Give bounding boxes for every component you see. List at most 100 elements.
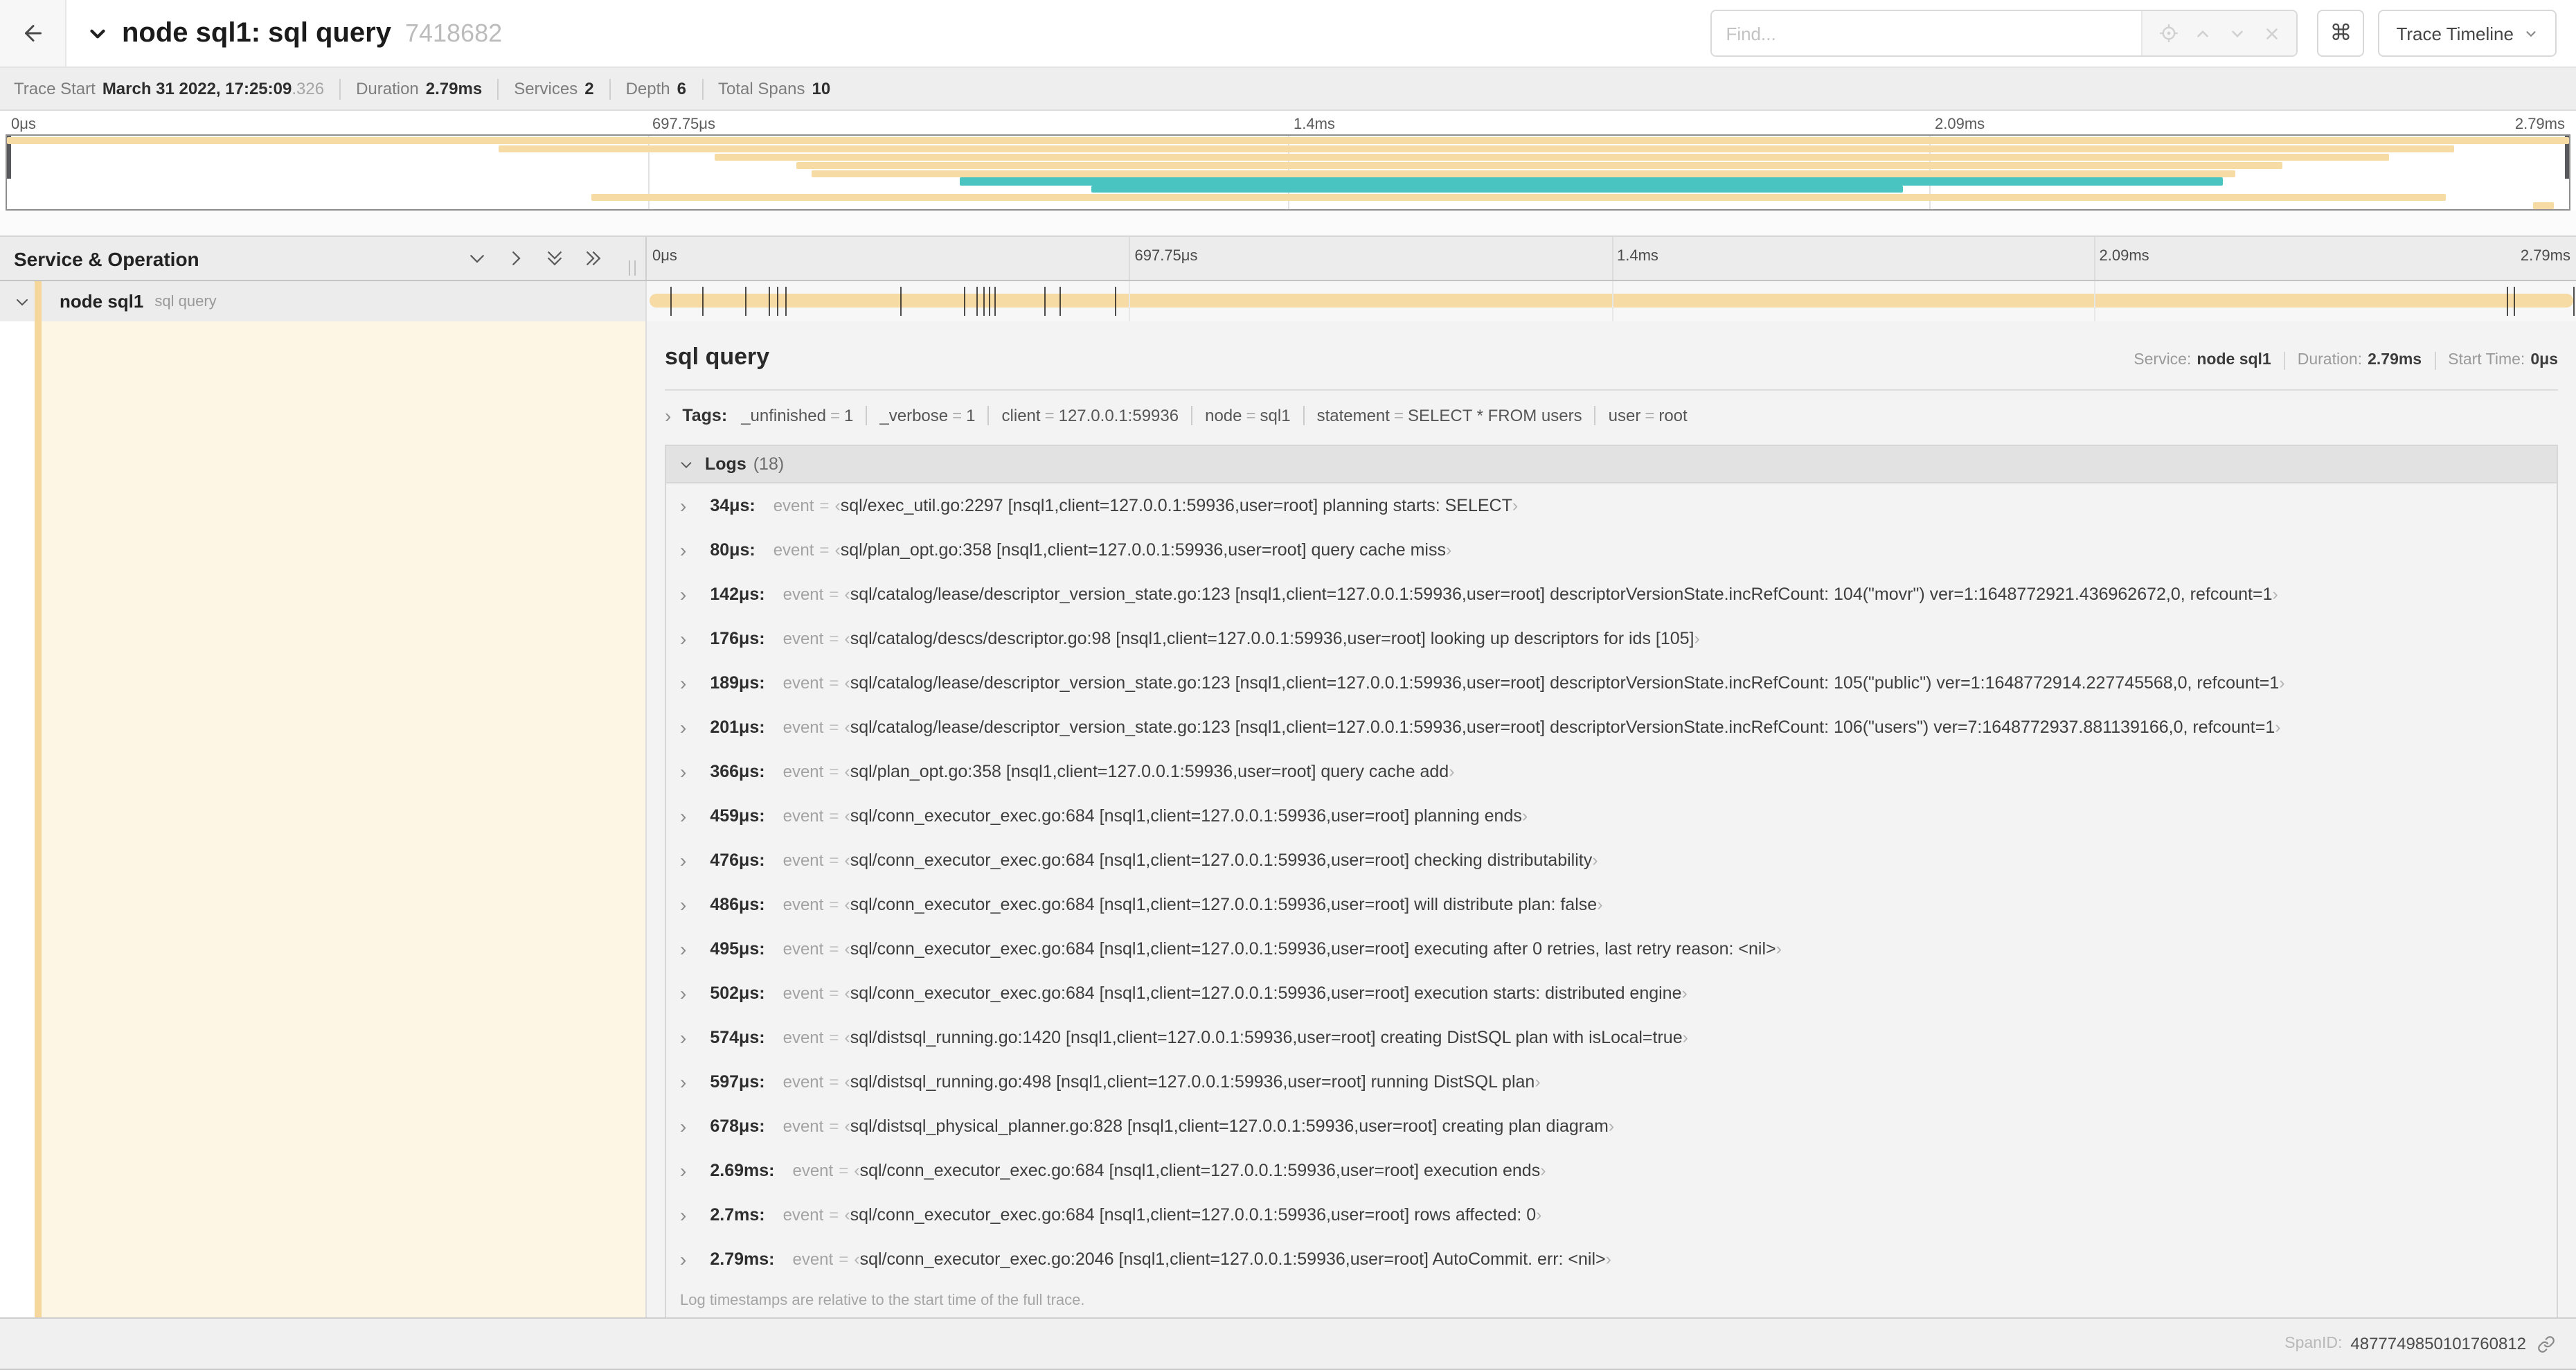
span-bar-cell[interactable] — [647, 281, 2576, 321]
log-entry[interactable]: › 574μs: event = ‹ sql/distsql_running.g… — [666, 1015, 2557, 1060]
tick-label: 1.4ms — [1617, 248, 1658, 265]
service-operation-label: Service & Operation — [14, 247, 199, 269]
log-marker[interactable] — [777, 287, 779, 316]
log-event-message: sql/plan_opt.go:358 [nsql1,client=127.0.… — [840, 540, 1446, 560]
find-input[interactable] — [1712, 11, 2142, 55]
log-entry[interactable]: › 34μs: event = ‹ sql/exec_util.go:2297 … — [666, 483, 2557, 528]
minimap-tick-labels: 0μs 697.75μs 1.4ms 2.09ms 2.79ms — [6, 111, 2570, 134]
chevron-right-icon: › — [680, 583, 687, 605]
trace-services: Services 2 — [514, 79, 594, 98]
trace-total-spans: Total Spans 10 — [718, 79, 831, 98]
view-options-button[interactable]: Trace Timeline — [2378, 10, 2557, 57]
log-entry[interactable]: › 2.7ms: event = ‹ sql/conn_executor_exe… — [666, 1193, 2557, 1237]
tick-label: 0μs — [652, 248, 677, 265]
log-entry[interactable]: › 476μs: event = ‹ sql/conn_executor_exe… — [666, 838, 2557, 882]
collapse-all-icon[interactable] — [544, 248, 565, 269]
log-marker[interactable] — [768, 287, 770, 316]
next-match-icon[interactable] — [2228, 24, 2246, 42]
log-event-message: sql/plan_opt.go:358 [nsql1,client=127.0.… — [850, 762, 1449, 781]
tick-label: 0μs — [11, 116, 36, 133]
chevron-right-icon: › — [680, 1026, 687, 1049]
log-marker[interactable] — [701, 287, 704, 316]
divider — [2283, 351, 2285, 369]
log-marker[interactable] — [2514, 287, 2515, 316]
log-event-message: sql/catalog/lease/descriptor_version_sta… — [850, 585, 2273, 604]
log-event-key: event — [782, 851, 824, 870]
log-marker[interactable] — [1059, 287, 1062, 316]
tags-accordion[interactable]: › Tags: _unfinished = 1 _verbose = 1 client = 12… — [665, 395, 2558, 436]
log-entry[interactable]: › 2.69ms: event = ‹ sql/conn_executor_ex… — [666, 1148, 2557, 1193]
timeline-minimap[interactable] — [6, 134, 2570, 211]
log-entry[interactable]: › 2.79ms: event = ‹ sql/conn_executor_ex… — [666, 1237, 2557, 1281]
log-marker[interactable] — [983, 287, 985, 316]
chevron-right-icon: › — [680, 849, 687, 871]
prev-match-icon[interactable] — [2194, 24, 2212, 42]
span-name-cell[interactable]: node sql1 sql query — [0, 281, 647, 321]
log-event-key: event — [782, 1205, 824, 1225]
log-entry[interactable]: › 80μs: event = ‹ sql/plan_opt.go:358 [n… — [666, 528, 2557, 572]
tags-label: Tags: — [682, 406, 728, 425]
minimap-span-bar — [7, 137, 2569, 145]
chevron-right-icon: › — [680, 1248, 687, 1270]
log-entry[interactable]: › 597μs: event = ‹ sql/distsql_running.g… — [666, 1060, 2557, 1104]
log-event-message: sql/conn_executor_exec.go:684 [nsql1,cli… — [850, 939, 1776, 959]
tag-item: _verbose = 1 — [879, 406, 976, 425]
log-marker[interactable] — [989, 287, 991, 316]
log-entry[interactable]: › 502μs: event = ‹ sql/conn_executor_exe… — [666, 971, 2557, 1015]
log-timestamp: 142μs: — [710, 585, 765, 604]
log-timestamp: 597μs: — [710, 1072, 765, 1092]
expand-all-icon[interactable] — [583, 248, 604, 269]
log-entry[interactable]: › 366μs: event = ‹ sql/plan_opt.go:358 [… — [666, 749, 2557, 794]
log-marker[interactable] — [1044, 287, 1046, 316]
log-entry[interactable]: › 495μs: event = ‹ sql/conn_executor_exe… — [666, 927, 2557, 971]
log-event-key: event — [782, 629, 824, 648]
column-resizer-grip[interactable] — [629, 260, 636, 276]
log-entry[interactable]: › 678μs: event = ‹ sql/distsql_physical_… — [666, 1104, 2557, 1148]
timeline-header: Service & Operation 0μs 697.75μs 1.4ms 2.09… — [0, 235, 2576, 281]
log-marker[interactable] — [2507, 287, 2509, 316]
divider — [701, 78, 704, 99]
minimap-span-bar — [811, 170, 2236, 177]
chevron-down-icon[interactable] — [14, 293, 30, 310]
log-marker[interactable] — [1115, 287, 1117, 316]
log-entry[interactable]: › 486μs: event = ‹ sql/conn_executor_exe… — [666, 882, 2557, 927]
log-entry[interactable]: › 189μs: event = ‹ sql/catalog/lease/des… — [666, 661, 2557, 705]
expand-one-icon[interactable] — [506, 248, 526, 269]
log-entry[interactable]: › 176μs: event = ‹ sql/catalog/descs/des… — [666, 616, 2557, 661]
collapse-one-icon[interactable] — [467, 248, 488, 269]
log-event-key: event — [792, 1249, 834, 1269]
log-event-message: sql/catalog/lease/descriptor_version_sta… — [850, 718, 2275, 737]
log-marker[interactable] — [976, 287, 978, 316]
trace-collapse-chevron[interactable] — [86, 21, 109, 45]
minimap-span-bar — [714, 153, 2390, 161]
log-event-message: sql/catalog/lease/descriptor_version_sta… — [850, 673, 2280, 693]
clear-search-icon[interactable] — [2262, 24, 2280, 42]
span-detail-operation: sql query — [665, 344, 770, 370]
chevron-right-icon: › — [680, 805, 687, 827]
log-event-message: sql/exec_util.go:2297 [nsql1,client=127.… — [840, 496, 1512, 515]
log-marker[interactable] — [900, 287, 902, 316]
log-entry[interactable]: › 201μs: event = ‹ sql/catalog/lease/des… — [666, 705, 2557, 749]
logs-header[interactable]: Logs (18) — [666, 446, 2557, 483]
trace-timeline-page: node sql1: sql query 7418682 Find... ⌘ T… — [0, 0, 2576, 1370]
link-icon[interactable] — [2537, 1335, 2555, 1353]
divider — [339, 78, 341, 99]
tick-label: 2.79ms — [2520, 248, 2570, 265]
log-marker[interactable] — [785, 287, 787, 316]
keyboard-shortcuts-button[interactable]: ⌘ — [2317, 10, 2365, 57]
log-timestamp: 2.79ms: — [710, 1249, 775, 1269]
tag-item: node = sql1 — [1205, 406, 1291, 425]
back-button[interactable] — [0, 0, 66, 66]
log-marker[interactable] — [994, 287, 996, 316]
log-entry[interactable]: › 142μs: event = ‹ sql/catalog/lease/des… — [666, 572, 2557, 616]
locate-icon[interactable] — [2159, 24, 2179, 43]
logs-label: Logs — [705, 454, 746, 474]
log-event-key: event — [773, 496, 814, 515]
log-entry[interactable]: › 459μs: event = ‹ sql/conn_executor_exe… — [666, 794, 2557, 838]
log-marker[interactable] — [2573, 287, 2575, 316]
log-marker[interactable] — [744, 287, 746, 316]
tag-item: user = root — [1608, 406, 1688, 425]
span-detail-section: sql query Service: node sql1 Duration: 2… — [0, 321, 2576, 1319]
log-marker[interactable] — [670, 287, 672, 316]
log-marker[interactable] — [964, 287, 966, 316]
